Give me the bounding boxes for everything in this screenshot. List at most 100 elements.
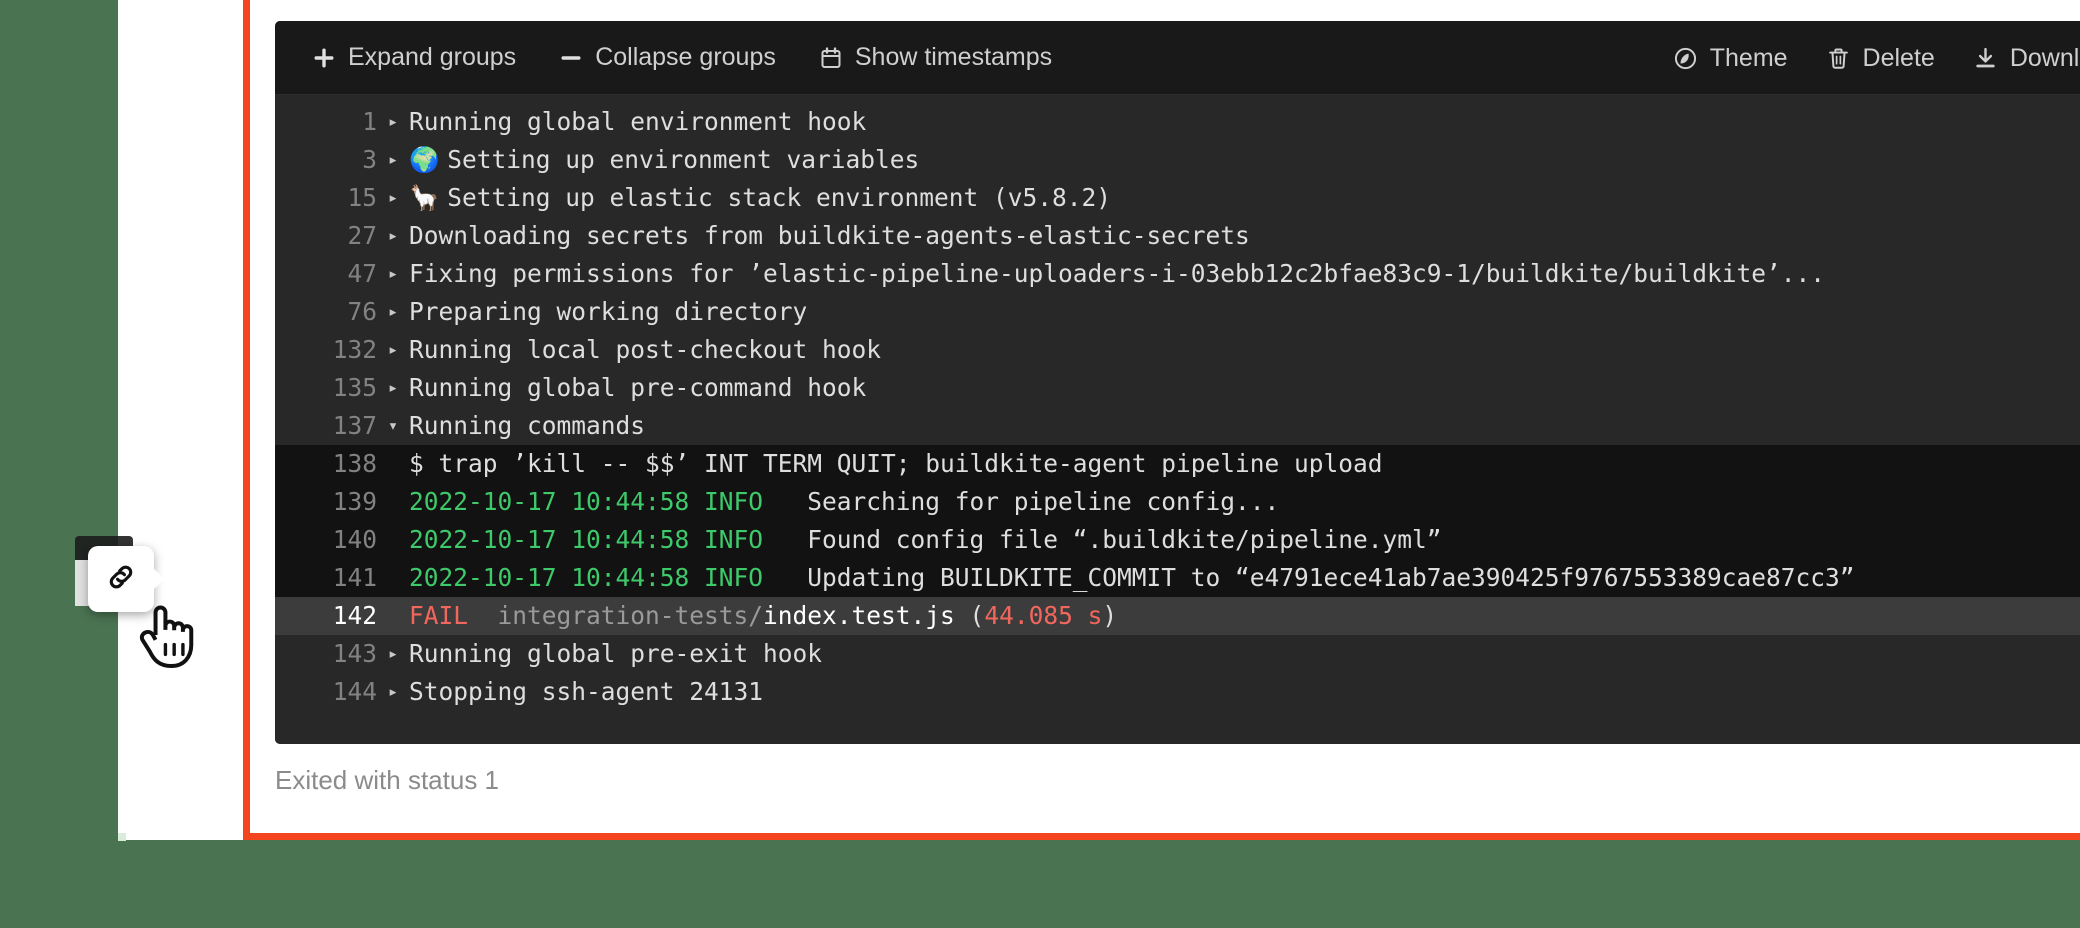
log-row[interactable]: 47 ▸ Fixing permissions for ’elastic-pipel… xyxy=(275,255,2080,293)
chevron-right-icon[interactable]: ▸ xyxy=(377,369,409,407)
log-text-segment: 2022-10-17 10:44:58 INFO xyxy=(409,525,764,554)
log-line-number[interactable]: 27 xyxy=(275,217,377,255)
log-text-segment: index.test.js xyxy=(763,601,955,630)
log-row[interactable]: 1 ▸ Running global environment hook xyxy=(275,103,2080,141)
log-line-text: $ trap ’kill -- $$’ INT TERM QUIT; build… xyxy=(409,445,1383,483)
chevron-right-icon[interactable]: ▸ xyxy=(377,635,409,673)
log-line-text: 🌍 Setting up environment variables xyxy=(409,141,919,179)
chevron-right-icon[interactable]: ▸ xyxy=(377,673,409,711)
log-line-text: Running local post-checkout hook xyxy=(409,331,881,369)
log-text-segment: 🦙 xyxy=(409,183,448,212)
log-row[interactable]: 143 ▸ Running global pre-exit hook xyxy=(275,635,2080,673)
log-line-text: Preparing working directory xyxy=(409,293,807,331)
log-text-segment: Setting up elastic stack environment (v5… xyxy=(447,183,1112,212)
log-row[interactable]: 141 2022-10-17 10:44:58 INFO Updating BUI… xyxy=(275,559,2080,597)
log-text-segment: ) xyxy=(1102,601,1118,630)
log-line-number[interactable]: 132 xyxy=(275,331,377,369)
accent-bottom-rule xyxy=(243,833,2080,840)
chevron-right-icon[interactable]: ▸ xyxy=(377,103,409,141)
log-line-number[interactable]: 15 xyxy=(275,179,377,217)
download-icon xyxy=(1973,45,1999,71)
log-row[interactable]: 132 ▸ Running local post-checkout hook xyxy=(275,331,2080,369)
log-text-segment: Setting up environment variables xyxy=(447,145,920,174)
log-line-text: Running commands xyxy=(409,407,645,445)
log-line-number[interactable]: 76 xyxy=(275,293,377,331)
log-line-text: Stopping ssh-agent 24131 xyxy=(409,673,763,711)
log-line-number[interactable]: 142 xyxy=(275,597,377,635)
log-text-segment: Found config file “.buildkite/pipeline.y… xyxy=(763,525,1442,554)
log-text-segment: Running global pre-command hook xyxy=(409,373,867,402)
log-line-number[interactable]: 139 xyxy=(275,483,377,521)
log-row[interactable]: 135 ▸ Running global pre-command hook xyxy=(275,369,2080,407)
log-line-text: Running global pre-command hook xyxy=(409,369,866,407)
show-timestamps-button[interactable]: Show timestamps xyxy=(816,39,1054,77)
log-row[interactable]: 76 ▸ Preparing working directory xyxy=(275,293,2080,331)
log-line-number[interactable]: 144 xyxy=(275,673,377,711)
log-text-segment: Preparing working directory xyxy=(409,297,808,326)
plus-icon xyxy=(311,45,337,71)
log-row[interactable]: 139 2022-10-17 10:44:58 INFO Searching fo… xyxy=(275,483,2080,521)
log-row[interactable]: 140 2022-10-17 10:44:58 INFO Found config… xyxy=(275,521,2080,559)
log-text-segment: Searching for pipeline config... xyxy=(763,487,1280,516)
delete-button[interactable]: Delete xyxy=(1824,39,1937,77)
show-timestamps-label: Show timestamps xyxy=(854,43,1053,71)
trash-icon xyxy=(1826,45,1852,71)
chevron-right-icon[interactable]: ▸ xyxy=(377,331,409,369)
log-row[interactable]: 138 $ trap ’kill -- $$’ INT TERM QUIT; bu… xyxy=(275,445,2080,483)
log-toolbar: Expand groups Collapse groups Show times… xyxy=(275,21,2080,95)
log-text-segment: 🌍 xyxy=(409,145,448,174)
log-row[interactable]: 27 ▸ Downloading secrets from buildkite-ag… xyxy=(275,217,2080,255)
download-label: Download xyxy=(2009,43,2080,72)
log-text-segment: FAIL xyxy=(409,601,469,630)
log-line-text: 2022-10-17 10:44:58 INFO Searching for p… xyxy=(409,483,1279,521)
log-line-number[interactable]: 1 xyxy=(275,103,377,141)
log-line-text: FAIL integration-tests/index.test.js (44… xyxy=(409,597,1117,635)
log-line-text: Running global environment hook xyxy=(409,103,866,141)
log-line-text: Running global pre-exit hook xyxy=(409,635,822,673)
link-icon xyxy=(104,560,138,599)
collapse-groups-label: Collapse groups xyxy=(595,43,776,71)
accent-left-rule xyxy=(243,0,250,840)
log-line-number[interactable]: 138 xyxy=(275,445,377,483)
log-text-segment: 2022-10-17 10:44:58 INFO xyxy=(409,487,764,516)
log-line-number[interactable]: 143 xyxy=(275,635,377,673)
log-line-number[interactable]: 141 xyxy=(275,559,377,597)
log-text-segment: 44.085 s xyxy=(984,601,1103,630)
log-line-text: Downloading secrets from buildkite-agent… xyxy=(409,217,1250,255)
chevron-right-icon[interactable]: ▸ xyxy=(377,179,409,217)
theme-icon xyxy=(1673,45,1699,71)
log-line-number[interactable]: 47 xyxy=(275,255,377,293)
log-line-number[interactable]: 3 xyxy=(275,141,377,179)
toolbar-left-group: Expand groups Collapse groups Show times… xyxy=(309,39,1054,77)
log-row[interactable]: 144 ▸ Stopping ssh-agent 24131 xyxy=(275,673,2080,711)
log-text-segment: Running global pre-exit hook xyxy=(409,639,823,668)
log-output[interactable]: 1 ▸ Running global environment hook 3 ▸ 🌍 Set… xyxy=(275,95,2080,744)
log-row[interactable]: 142 FAIL integration-tests/index.test.js … xyxy=(275,597,2080,635)
pointer-hand-cursor xyxy=(135,598,197,679)
exit-status-text: Exited with status 1 xyxy=(275,765,499,795)
log-text-segment: Fixing permissions for ’elastic-pipeline… xyxy=(409,259,1826,288)
expand-groups-label: Expand groups xyxy=(348,43,517,71)
log-row[interactable]: 137 ▾ Running commands xyxy=(275,407,2080,445)
chevron-right-icon[interactable]: ▸ xyxy=(377,255,409,293)
log-line-number[interactable]: 140 xyxy=(275,521,377,559)
expand-groups-button[interactable]: Expand groups xyxy=(309,39,518,77)
minus-icon xyxy=(558,45,584,71)
log-text-segment: Running global environment hook xyxy=(409,107,867,136)
log-text-segment: ( xyxy=(954,601,985,630)
calendar-icon xyxy=(818,45,844,71)
download-button[interactable]: Download xyxy=(1971,39,2080,77)
log-text-segment: Stopping ssh-agent 24131 xyxy=(409,677,764,706)
log-console: Expand groups Collapse groups Show times… xyxy=(275,21,2080,744)
log-line-number[interactable]: 137 xyxy=(275,407,377,445)
chevron-down-icon[interactable]: ▾ xyxy=(377,407,409,445)
chevron-right-icon[interactable]: ▸ xyxy=(377,293,409,331)
log-row[interactable]: 15 ▸ 🦙 Setting up elastic stack environmen… xyxy=(275,179,2080,217)
theme-button[interactable]: Theme xyxy=(1671,39,1790,77)
chevron-right-icon[interactable]: ▸ xyxy=(377,141,409,179)
log-row[interactable]: 3 ▸ 🌍 Setting up environment variables xyxy=(275,141,2080,179)
log-text-segment: Downloading secrets from buildkite-agent… xyxy=(409,221,1250,250)
log-line-number[interactable]: 135 xyxy=(275,369,377,407)
chevron-right-icon[interactable]: ▸ xyxy=(377,217,409,255)
collapse-groups-button[interactable]: Collapse groups xyxy=(556,39,778,77)
